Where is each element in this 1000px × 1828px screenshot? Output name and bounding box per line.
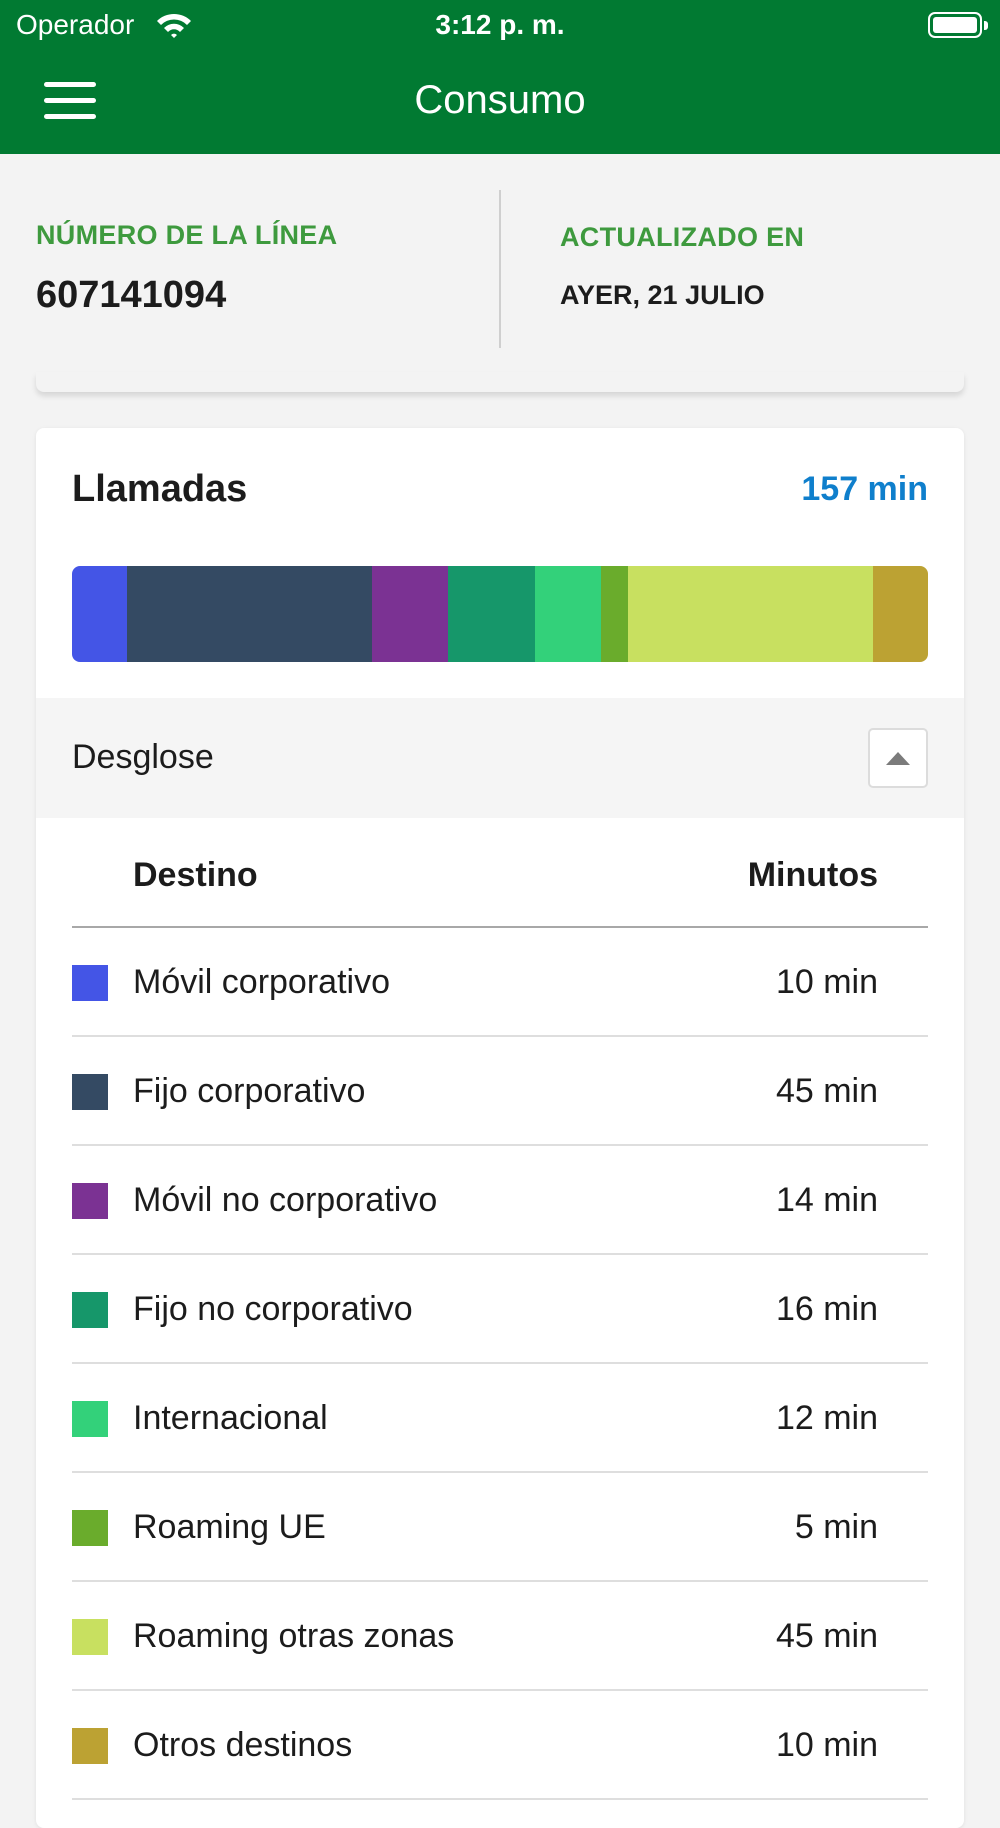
minutes-value: 16 min — [775, 1290, 878, 1328]
destination-label: Fijo no corporativo — [133, 1290, 413, 1328]
table-row: Móvil no corporativo 14 min — [72, 1146, 928, 1255]
color-swatch — [72, 965, 108, 1001]
destination-label: Otros destinos — [133, 1726, 353, 1764]
destination-label: Móvil corporativo — [133, 963, 390, 1001]
column-header-destination: Destino — [133, 856, 258, 894]
table-row: Otros destinos 10 min — [72, 1691, 928, 1800]
usage-bar-segment — [600, 566, 629, 662]
calls-total: 157 min — [801, 470, 928, 508]
minutes-value: 5 min — [794, 1508, 878, 1546]
minutes-value: 12 min — [775, 1399, 878, 1437]
minutes-value: 14 min — [775, 1181, 878, 1219]
calls-card: Llamadas 157 min Desglose Destino Minuto… — [36, 428, 964, 1828]
updated-label: ACTUALIZADO EN — [560, 222, 805, 252]
usage-bar-segment — [873, 566, 928, 662]
destination-label: Roaming UE — [133, 1508, 326, 1546]
status-time: 3:12 p. m. — [435, 9, 565, 40]
color-swatch — [72, 1510, 108, 1546]
table-row: Roaming otras zonas 45 min — [72, 1582, 928, 1691]
table-row: Internacional 12 min — [72, 1364, 928, 1473]
status-bar: Operador 3:12 p. m. — [0, 0, 1000, 52]
info-divider — [499, 190, 501, 348]
battery-icon — [928, 12, 988, 38]
usage-bar-segment — [448, 566, 536, 662]
calls-title: Llamadas — [72, 468, 248, 510]
color-swatch — [72, 1619, 108, 1655]
collapse-button[interactable] — [868, 728, 928, 788]
caret-up-icon — [886, 752, 910, 765]
color-swatch — [72, 1183, 108, 1219]
table-row: Fijo corporativo 45 min — [72, 1037, 928, 1146]
table-row: Roaming UE 5 min — [72, 1473, 928, 1582]
usage-bar-segment — [72, 566, 127, 662]
color-swatch — [72, 1728, 108, 1764]
usage-bar-segment — [628, 566, 874, 662]
color-swatch — [72, 1292, 108, 1328]
color-swatch — [72, 1074, 108, 1110]
line-number-label: NÚMERO DE LA LÍNEA — [36, 220, 338, 250]
line-info-card-edge — [36, 372, 964, 392]
destination-label: Internacional — [133, 1399, 328, 1437]
updated-value: AYER, 21 JULIO — [560, 280, 765, 310]
breakdown-toggle[interactable]: Desglose — [36, 698, 964, 818]
breakdown-label: Desglose — [72, 738, 214, 776]
destination-label: Fijo corporativo — [133, 1072, 366, 1110]
line-number-value: 607141094 — [36, 274, 227, 316]
page-title: Consumo — [414, 78, 586, 122]
minutes-value: 45 min — [775, 1072, 878, 1110]
minutes-value: 10 min — [775, 963, 878, 1001]
table-header: Destino Minutos — [72, 818, 928, 928]
color-swatch — [72, 1401, 108, 1437]
table-row: Móvil corporativo 10 min — [72, 928, 928, 1037]
minutes-value: 45 min — [775, 1617, 878, 1655]
destination-label: Móvil no corporativo — [133, 1181, 438, 1219]
destination-label: Roaming otras zonas — [133, 1617, 455, 1655]
usage-stacked-bar — [72, 566, 928, 662]
usage-bar-segment — [126, 566, 372, 662]
column-header-minutes: Minutos — [747, 856, 878, 894]
navigation-bar: Consumo — [0, 52, 1000, 154]
minutes-value: 10 min — [775, 1726, 878, 1764]
line-info-panel: NÚMERO DE LA LÍNEA 607141094 ACTUALIZADO… — [0, 154, 1000, 384]
usage-bar-segment — [535, 566, 601, 662]
table-row: Fijo no corporativo 16 min — [72, 1255, 928, 1364]
breakdown-table: Móvil corporativo 10 min Fijo corporativo 4… — [72, 928, 928, 1800]
usage-bar-segment — [371, 566, 449, 662]
